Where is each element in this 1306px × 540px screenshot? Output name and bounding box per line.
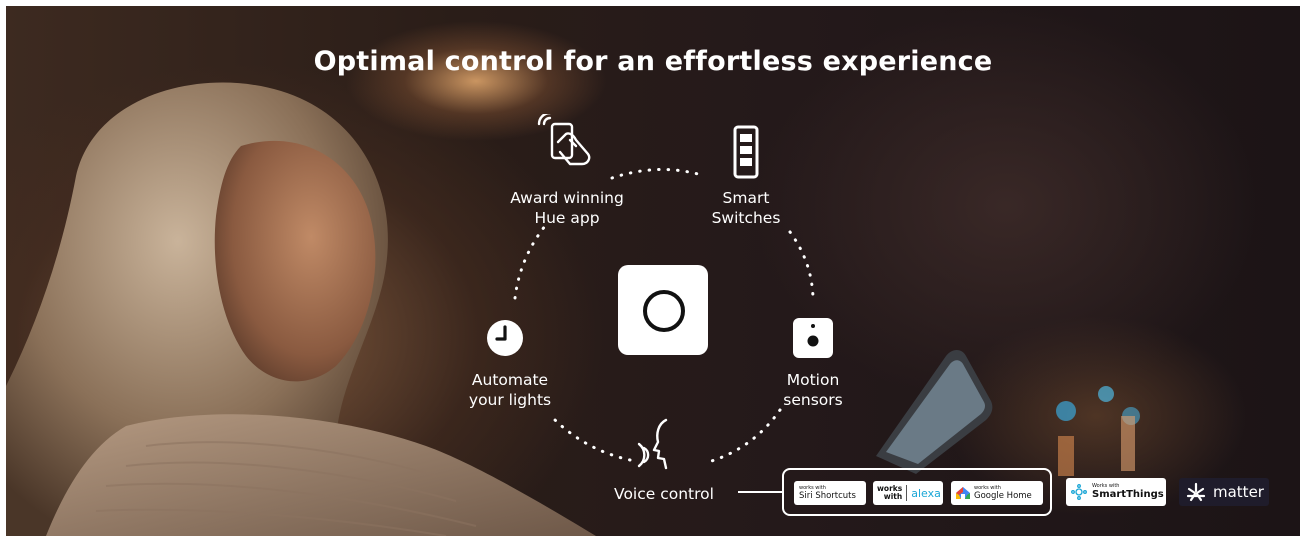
- matter-icon: [1186, 482, 1206, 502]
- voice-connector-line: [738, 491, 782, 493]
- alexa-badge-brand: alexa: [911, 486, 941, 500]
- feature-label-automate-lights: Automate your lights: [468, 371, 552, 409]
- smartthings-badge: Works with SmartThings: [1066, 478, 1166, 506]
- feature-label-motion-sensors: Motion sensors: [783, 371, 843, 409]
- matter-badge-label: matter: [1213, 483, 1264, 501]
- hue-bridge-icon: [618, 265, 708, 355]
- voice-control-icon: [637, 418, 668, 470]
- voice-assistant-badges: works with Siri Shortcuts works with ale…: [782, 468, 1052, 516]
- smartthings-icon: [1071, 484, 1087, 500]
- smartthings-badge-big: SmartThings: [1092, 489, 1164, 500]
- google-home-icon: [956, 487, 970, 499]
- google-badge-big: Google Home: [974, 491, 1032, 501]
- siri-badge-big: Siri Shortcuts: [799, 491, 856, 501]
- matter-badge: matter: [1179, 478, 1269, 506]
- google-home-badge: works with Google Home: [951, 481, 1043, 505]
- siri-shortcuts-badge: works with Siri Shortcuts: [794, 481, 866, 505]
- feature-label-hue-app: Award winning Hue app: [510, 189, 624, 227]
- hue-bridge-ring: [643, 290, 685, 332]
- phone-app-icon: [537, 114, 591, 166]
- clock-icon: [487, 320, 523, 356]
- motion-sensor-icon: [793, 318, 833, 358]
- feature-label-smart-switches: Smart Switches: [711, 189, 781, 227]
- smart-switch-icon: [733, 125, 759, 179]
- feature-label-voice-control: Voice control: [614, 485, 714, 503]
- alexa-badge-with: with: [883, 492, 903, 501]
- alexa-badge: works with alexa: [873, 481, 943, 505]
